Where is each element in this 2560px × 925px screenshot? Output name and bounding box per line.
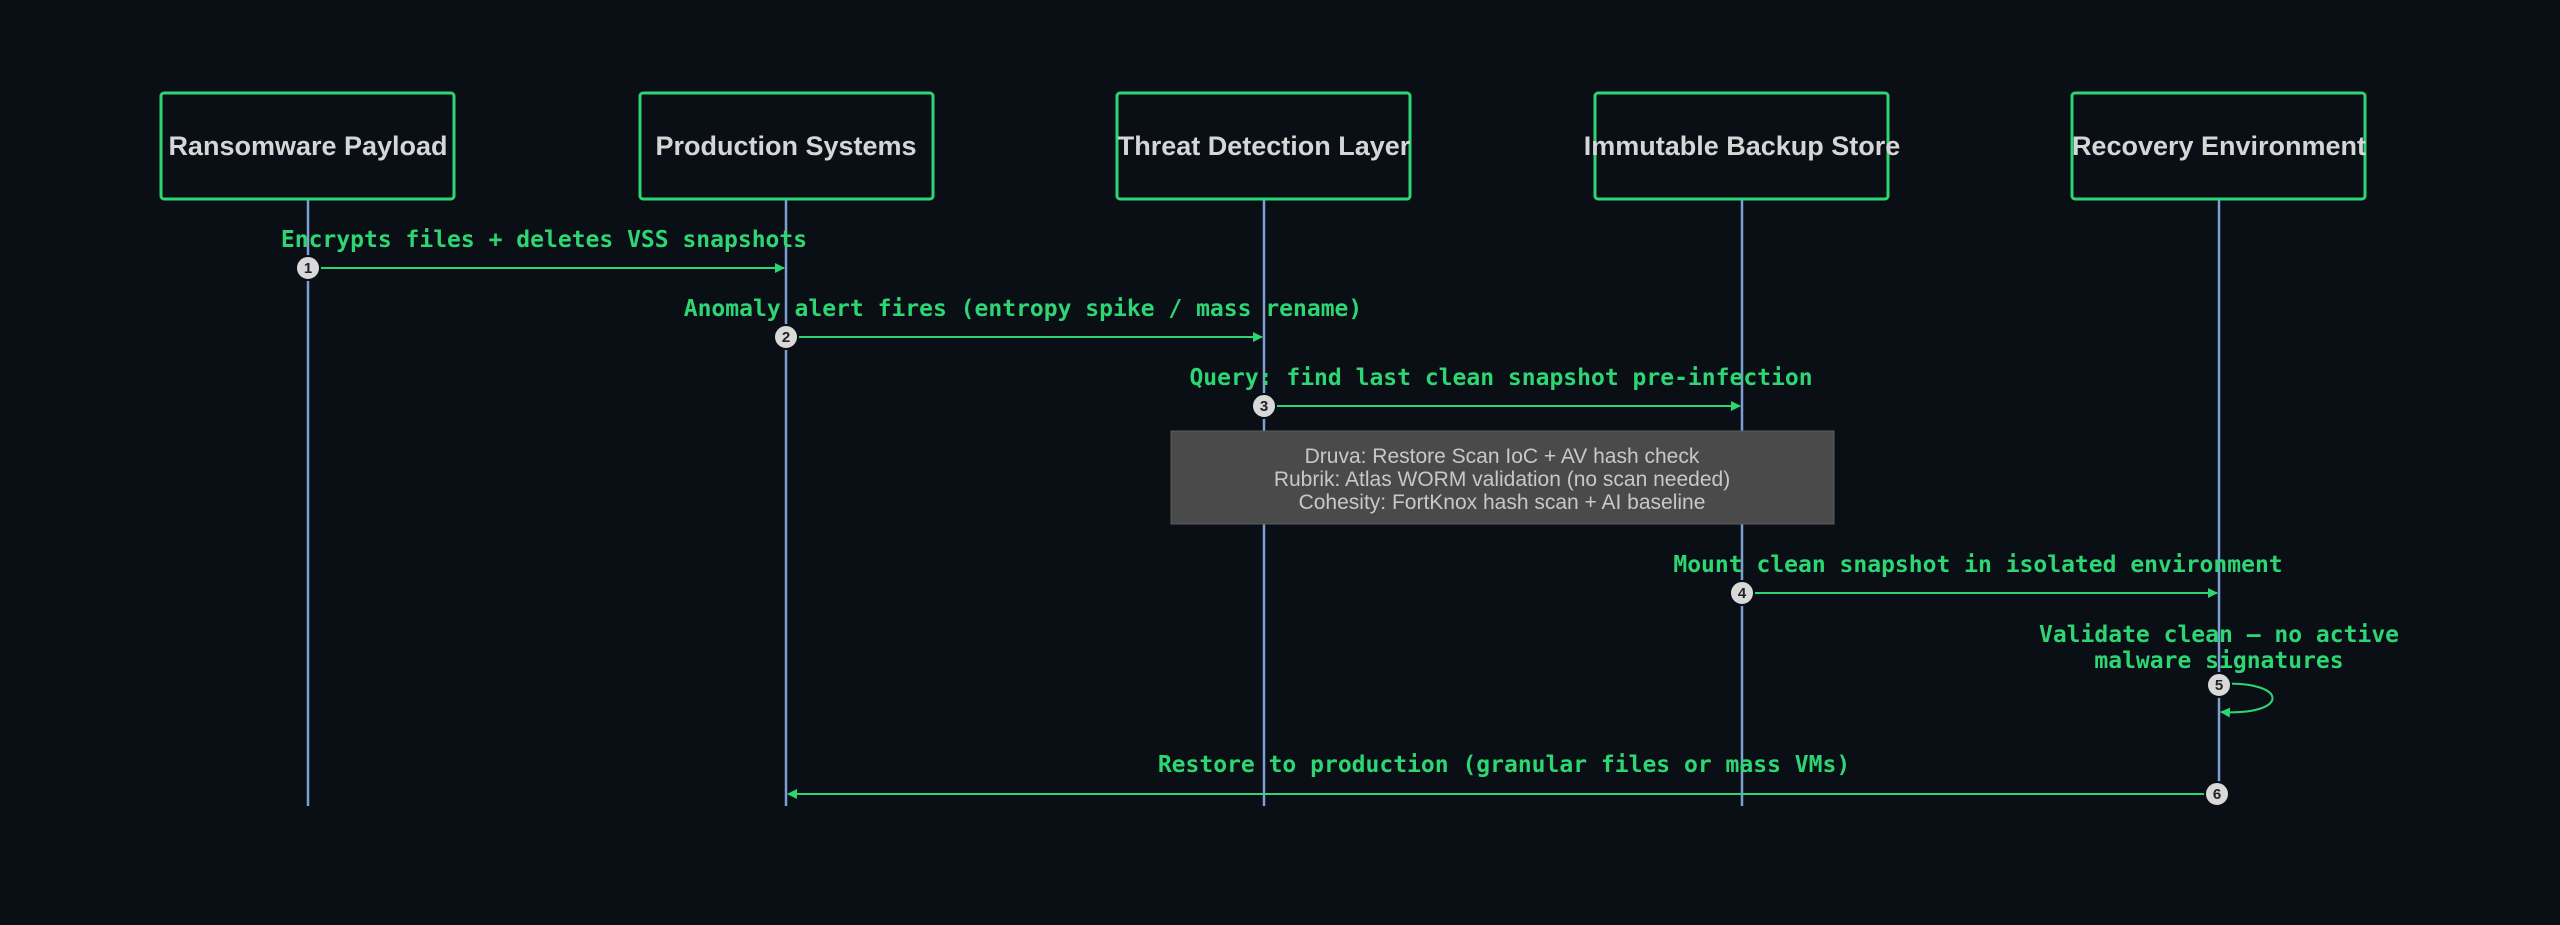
- sequence-number: 4: [1738, 585, 1747, 602]
- actor-label: Ransomware Payload: [168, 131, 447, 161]
- actor-label: Production Systems: [655, 131, 916, 161]
- sequence-number: 3: [1260, 398, 1268, 415]
- note-backup-vendors: Druva: Restore Scan IoC + AV hash check …: [1170, 430, 1835, 525]
- message-3: Query: find last clean snapshot pre-infe…: [1189, 365, 1813, 419]
- message-label: Mount clean snapshot in isolated environ…: [1673, 552, 2282, 578]
- note-line-cohesity: Cohesity: FortKnox hash scan + AI baseli…: [1299, 491, 1706, 514]
- message-6: Restore to production (granular files or…: [787, 752, 2230, 807]
- message-label: Query: find last clean snapshot pre-infe…: [1189, 365, 1812, 391]
- actor-threat-detection-layer[interactable]: Threat Detection Layer: [1115, 91, 1412, 201]
- sequence-diagram: Ransomware Payload Production Systems Th…: [159, 91, 2399, 807]
- message-label: Restore to production (granular files or…: [1158, 752, 1850, 778]
- actor-label: Immutable Backup Store: [1584, 131, 1901, 161]
- note-line-rubrik: Rubrik: Atlas WORM validation (no scan n…: [1274, 468, 1730, 491]
- message-4: Mount clean snapshot in isolated environ…: [1673, 552, 2283, 606]
- message-label-line-1: Validate clean — no active: [2039, 622, 2399, 648]
- note-line-druva: Druva: Restore Scan IoC + AV hash check: [1305, 445, 1700, 468]
- actor-recovery-environment[interactable]: Recovery Environment: [2070, 91, 2367, 201]
- message-1: Encrypts files + deletes VSS snapshots 1: [281, 227, 807, 281]
- sequence-number: 2: [782, 329, 790, 346]
- message-label-line-2: malware signatures: [2094, 648, 2343, 674]
- message-label: Encrypts files + deletes VSS snapshots: [281, 227, 807, 253]
- actor-immutable-backup-store[interactable]: Immutable Backup Store: [1584, 91, 1901, 201]
- actor-label: Threat Detection Layer: [1118, 131, 1411, 161]
- actor-production-systems[interactable]: Production Systems: [638, 91, 935, 201]
- sequence-number: 5: [2215, 677, 2223, 694]
- sequence-number: 1: [304, 260, 312, 277]
- message-label: Anomaly alert fires (entropy spike / mas…: [684, 296, 1363, 322]
- sequence-number: 6: [2213, 786, 2221, 803]
- actor-ransomware-payload[interactable]: Ransomware Payload: [159, 91, 456, 201]
- actor-label: Recovery Environment: [2072, 131, 2366, 161]
